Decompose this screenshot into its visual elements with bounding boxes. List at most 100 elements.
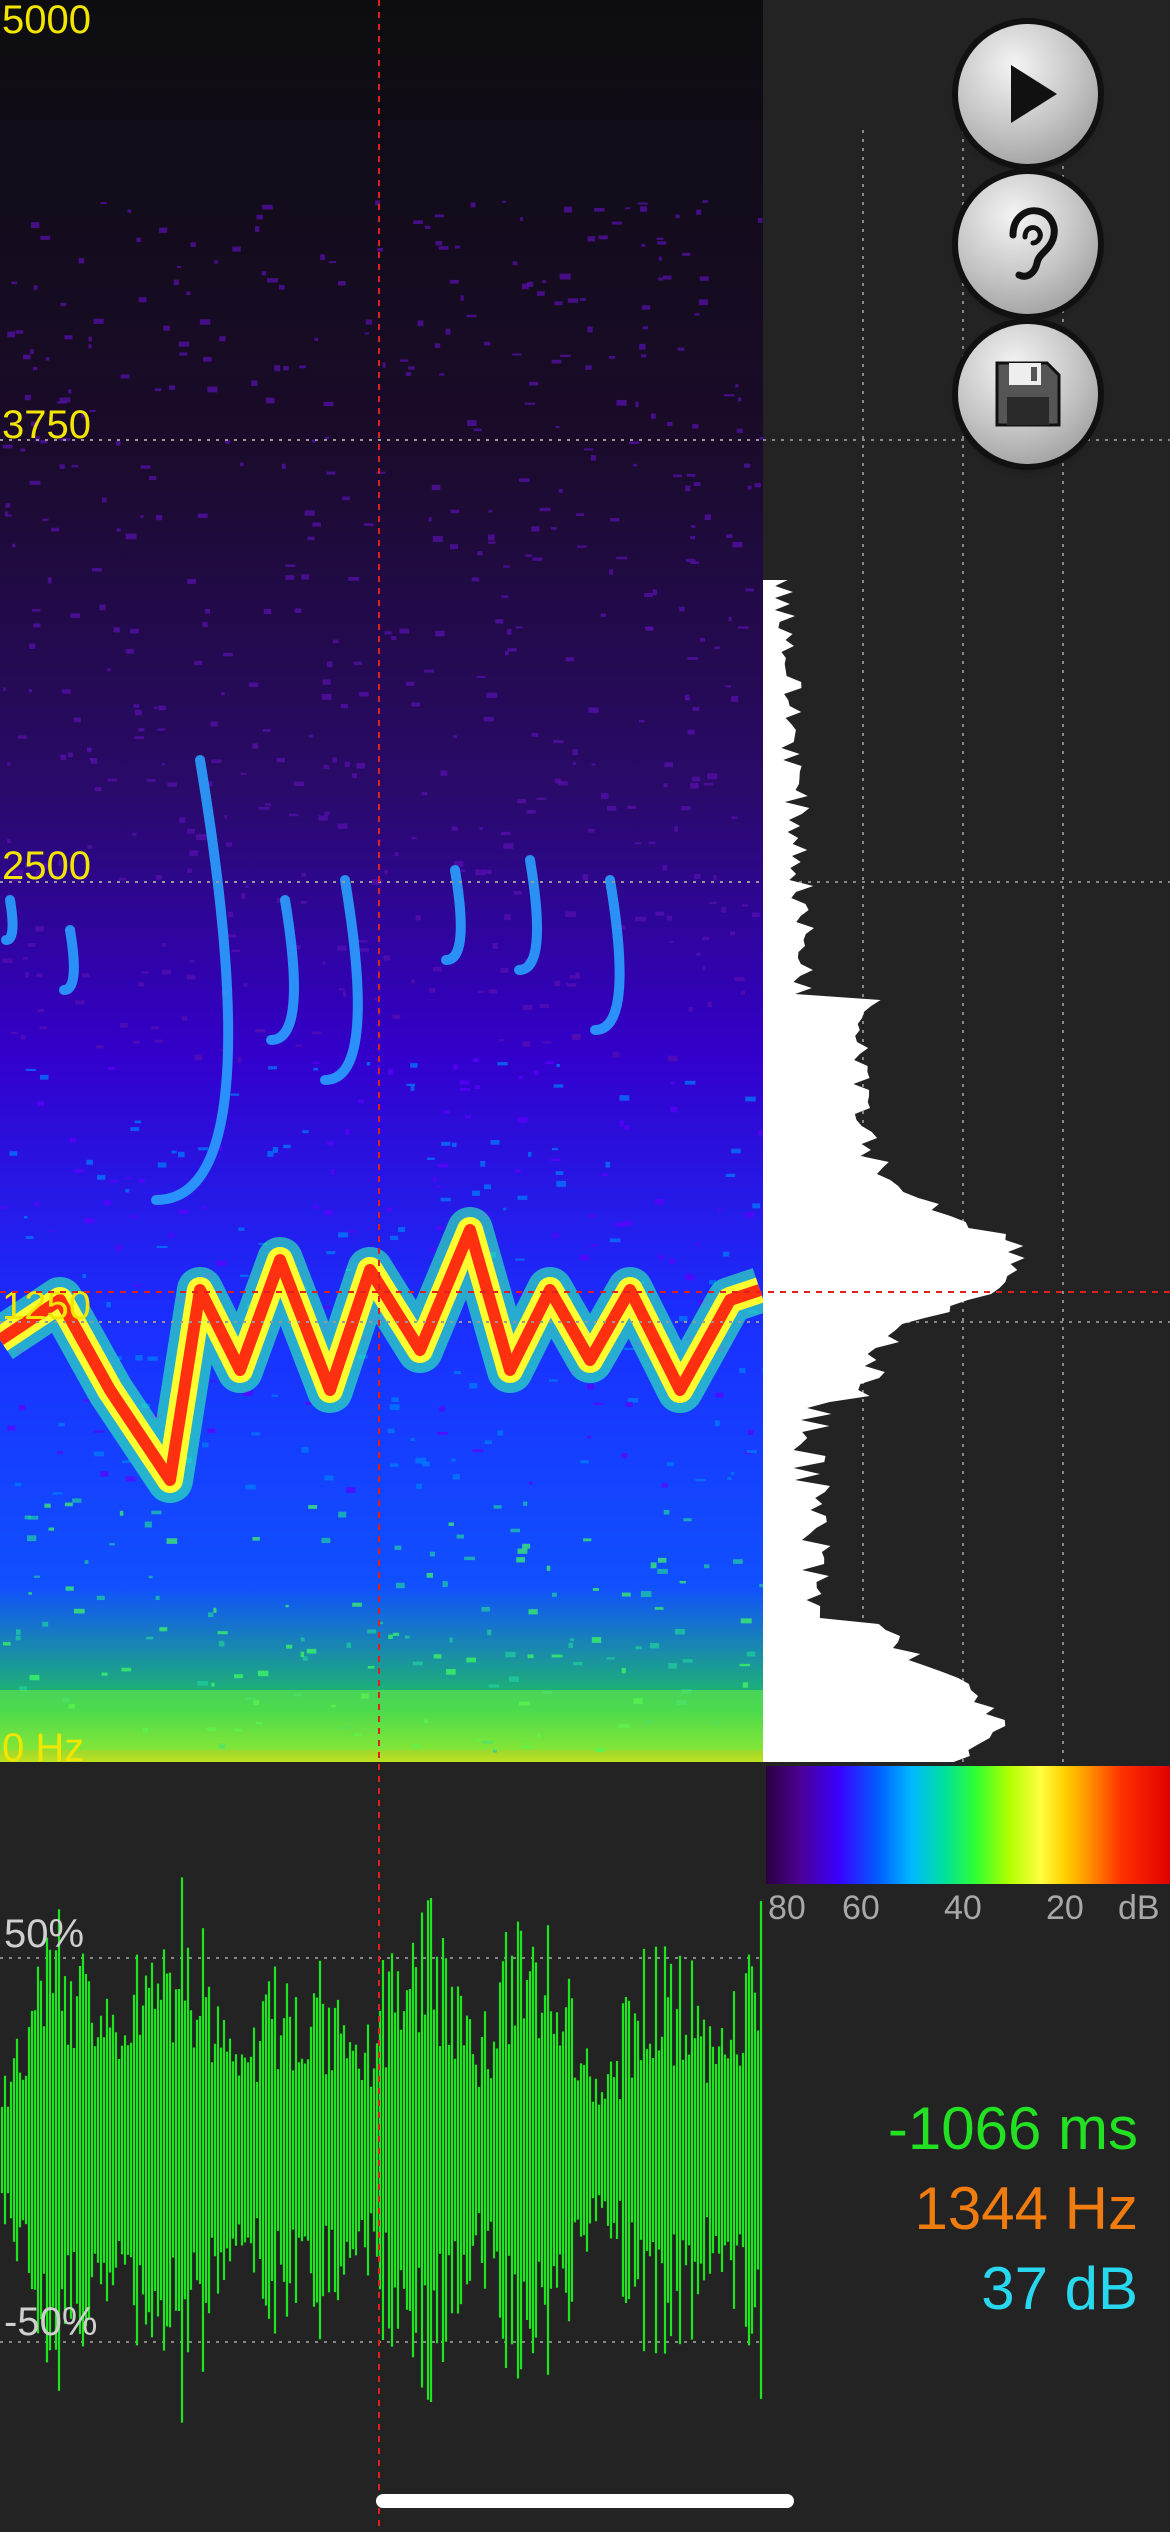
noise-speck bbox=[644, 592, 654, 598]
noise-speck bbox=[484, 1440, 492, 1445]
noise-speck bbox=[594, 207, 605, 212]
noise-speck bbox=[12, 543, 16, 548]
noise-speck bbox=[605, 1161, 611, 1168]
noise-speck bbox=[384, 869, 388, 875]
noise-speck bbox=[622, 1220, 632, 1227]
play-button[interactable] bbox=[958, 24, 1098, 164]
noise-speck bbox=[640, 206, 648, 212]
noise-speck bbox=[60, 754, 67, 761]
noise-speck bbox=[96, 1595, 105, 1601]
waveform-signal bbox=[0, 1877, 763, 2423]
colorbar-label-60: 60 bbox=[842, 1889, 880, 1927]
noise-speck bbox=[363, 523, 374, 526]
noise-speck bbox=[492, 943, 498, 949]
noise-speck bbox=[64, 1502, 73, 1507]
noise-speck bbox=[262, 204, 273, 210]
noise-speck bbox=[267, 1150, 274, 1157]
noise-speck bbox=[387, 1428, 395, 1434]
noise-speck bbox=[162, 969, 171, 975]
noise-speck bbox=[330, 1168, 334, 1175]
noise-speck bbox=[679, 1580, 686, 1584]
noise-speck bbox=[73, 1608, 85, 1614]
noise-speck bbox=[503, 1207, 507, 1211]
listen-button[interactable] bbox=[958, 174, 1098, 314]
noise-speck bbox=[571, 1034, 581, 1041]
waveform[interactable]: 50% -50% bbox=[0, 1762, 763, 2532]
noise-speck bbox=[553, 1084, 564, 1088]
noise-speck bbox=[321, 1537, 331, 1544]
noise-speck bbox=[431, 484, 441, 491]
waveform-label-neg50: -50% bbox=[4, 2300, 98, 2344]
noise-speck bbox=[64, 335, 73, 340]
noise-speck bbox=[435, 630, 445, 637]
noise-speck bbox=[140, 465, 151, 469]
noise-speck bbox=[68, 389, 72, 394]
noise-speck bbox=[3, 687, 7, 692]
noise-speck bbox=[508, 1676, 519, 1683]
noise-speck bbox=[437, 1163, 449, 1168]
noise-speck bbox=[440, 770, 448, 776]
noise-speck bbox=[24, 972, 29, 978]
noise-speck bbox=[747, 1429, 754, 1436]
noise-speck bbox=[376, 471, 386, 474]
noise-speck bbox=[190, 242, 196, 247]
noise-speck bbox=[392, 1014, 401, 1020]
noise-speck bbox=[591, 1637, 602, 1643]
noise-speck bbox=[178, 341, 190, 347]
noise-speck bbox=[666, 915, 672, 921]
noise-speck bbox=[382, 362, 386, 368]
noise-speck bbox=[469, 1383, 478, 1389]
noise-speck bbox=[389, 1404, 400, 1411]
noise-speck bbox=[739, 1368, 746, 1374]
noise-speck bbox=[94, 787, 102, 792]
noise-speck bbox=[197, 513, 208, 518]
noise-speck bbox=[313, 1061, 320, 1065]
noise-speck bbox=[134, 709, 142, 716]
noise-speck bbox=[390, 1235, 399, 1241]
noise-speck bbox=[129, 1215, 139, 1218]
spectrogram[interactable]: 5000 3750 2500 1250 0 Hz bbox=[0, 0, 763, 1768]
noise-speck bbox=[345, 1129, 350, 1135]
noise-speck bbox=[107, 668, 111, 672]
noise-speck bbox=[168, 1232, 174, 1238]
noise-speck bbox=[352, 1602, 362, 1607]
noise-speck bbox=[477, 990, 485, 994]
freq-label-1250: 1250 bbox=[2, 1284, 91, 1328]
noise-speck bbox=[293, 781, 304, 787]
noise-speck bbox=[679, 606, 685, 612]
noise-speck bbox=[364, 332, 369, 335]
noise-speck bbox=[588, 828, 595, 833]
noise-speck bbox=[741, 904, 748, 907]
save-button[interactable] bbox=[958, 324, 1098, 464]
noise-speck bbox=[39, 1026, 48, 1030]
noise-speck bbox=[189, 850, 199, 856]
noise-speck bbox=[531, 526, 540, 532]
noise-speck bbox=[501, 595, 509, 599]
noise-speck bbox=[30, 349, 34, 354]
noise-speck bbox=[5, 503, 11, 508]
noise-speck bbox=[486, 692, 498, 699]
noise-speck bbox=[567, 298, 579, 303]
noise-speck bbox=[22, 354, 31, 360]
noise-speck bbox=[113, 627, 120, 633]
noise-speck bbox=[633, 463, 638, 467]
noise-speck bbox=[133, 1040, 140, 1044]
noise-speck bbox=[657, 241, 667, 245]
noise-speck bbox=[610, 517, 620, 522]
noise-speck bbox=[598, 235, 608, 240]
noise-speck bbox=[451, 826, 458, 831]
noise-speck bbox=[525, 554, 532, 558]
noise-speck bbox=[752, 1203, 761, 1209]
noise-speck bbox=[155, 875, 163, 880]
noise-speck bbox=[411, 979, 416, 984]
noise-speck bbox=[241, 893, 246, 899]
noise-speck bbox=[703, 1564, 710, 1569]
noise-speck bbox=[73, 1169, 85, 1173]
noise-speck bbox=[323, 401, 334, 407]
home-indicator[interactable] bbox=[376, 2494, 794, 2508]
noise-speck bbox=[171, 1150, 177, 1154]
noise-speck bbox=[138, 982, 145, 987]
noise-speck bbox=[732, 541, 743, 548]
colorbar-label-40: 40 bbox=[944, 1889, 982, 1927]
noise-speck bbox=[323, 764, 330, 770]
